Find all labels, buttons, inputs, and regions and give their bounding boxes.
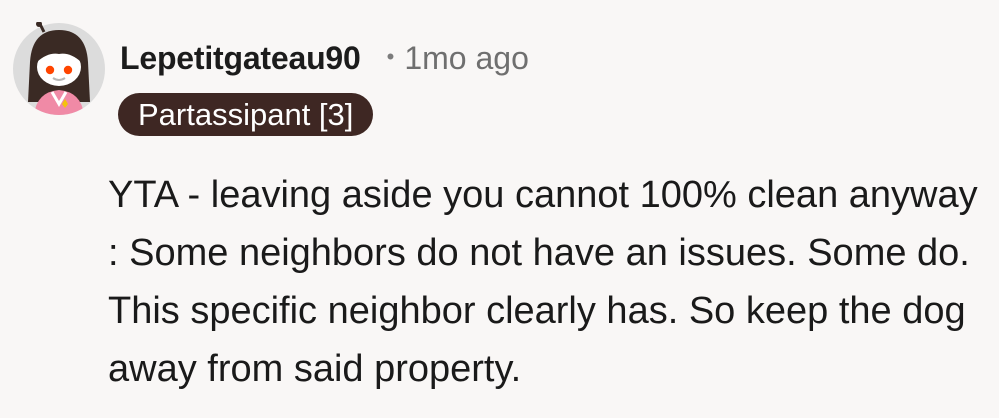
comment-body: YTA - leaving aside you cannot 100% clea… [108,174,978,390]
snoo-avatar-icon [13,21,105,115]
comment-timestamp[interactable]: 1mo ago [404,40,529,77]
user-flair-badge: Partassipant [3] [118,93,374,136]
author-username[interactable]: Lepetitgateau90 [120,40,361,77]
comment-header: Lepetitgateau90 • 1mo ago [120,40,529,77]
avatar[interactable] [12,21,106,116]
comment: Lepetitgateau90 • 1mo ago Partassipant [… [0,0,999,418]
meta-separator: • [386,43,395,69]
